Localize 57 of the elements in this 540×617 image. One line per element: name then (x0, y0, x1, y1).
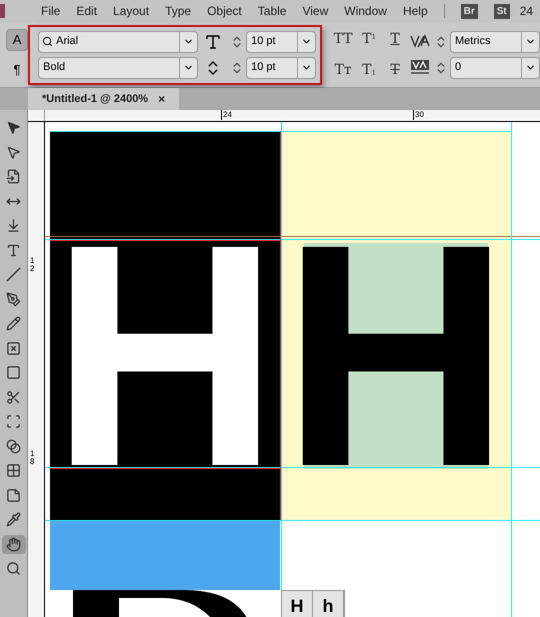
app-logo-icon (0, 4, 5, 18)
menu-item[interactable]: Edit (68, 2, 106, 20)
kerning-icon (410, 34, 430, 50)
menu-item[interactable]: Object (199, 2, 250, 20)
glyph-cell[interactable]: h (313, 591, 344, 617)
frame-icon (6, 340, 21, 356)
pen-icon (6, 292, 21, 306)
eyedropper-icon (6, 512, 21, 527)
ruler-label: 12 (30, 257, 36, 273)
hand-icon (6, 536, 21, 552)
font-family-field[interactable]: Arial (38, 30, 198, 52)
menu-item[interactable]: Help (394, 2, 436, 20)
ruler-label: 30 (413, 110, 424, 120)
menu-item[interactable]: View (294, 2, 336, 20)
app-badge[interactable]: Br (460, 4, 478, 18)
hollow-arrow-icon (6, 144, 21, 160)
ruler-label: 18 (30, 450, 36, 466)
menu-item[interactable]: Table (250, 2, 294, 20)
font-style-field[interactable]: Bold (38, 56, 198, 78)
scissors-icon (6, 390, 21, 404)
tool-button[interactable] (2, 534, 26, 554)
text-style-button[interactable]: T$_{1}$ (358, 60, 380, 80)
font-size-field[interactable]: 10 pt (246, 30, 316, 52)
text-style-button[interactable]: T (384, 60, 406, 80)
tracking-field[interactable]: 0 (450, 56, 540, 78)
document-tab[interactable]: *Untitled-1 @ 2400% × (28, 88, 180, 110)
menu-item[interactable]: Type (157, 2, 200, 20)
mode-button[interactable]: ¶ (6, 58, 28, 80)
text-style-button[interactable]: Tт (332, 60, 354, 80)
type-icon (6, 242, 21, 258)
leading-field[interactable]: 10 pt (246, 56, 316, 78)
pencil-icon (6, 316, 21, 331)
text-style-button[interactable]: T (384, 28, 406, 50)
text-style-button[interactable]: TT (332, 28, 354, 50)
app-badge[interactable]: St (494, 4, 510, 18)
menu-item[interactable]: Layout (105, 2, 158, 20)
page-icon (6, 169, 21, 184)
rectangle-icon (6, 365, 21, 380)
menu-item[interactable]: Window (336, 2, 395, 20)
tracking-icon (410, 60, 430, 76)
search-icon (42, 36, 54, 47)
close-button[interactable]: × (158, 90, 166, 108)
search-icon (6, 561, 21, 576)
kerning-field[interactable]: Metrics (450, 30, 540, 52)
line-icon (6, 267, 21, 282)
glyph-cell[interactable]: H (282, 591, 313, 617)
text-style-button[interactable]: T$^{1}$ (358, 28, 380, 50)
mode-button[interactable]: A (6, 28, 28, 50)
font-size-icon (204, 32, 222, 50)
ruler-label: 24 (221, 110, 232, 120)
glyph-text: H (73, 243, 257, 469)
note-icon (6, 488, 21, 502)
menu-item[interactable]: File (33, 2, 68, 20)
arrow-icon (6, 120, 21, 135)
grid-icon (6, 463, 21, 478)
menu-text: 24 (520, 3, 534, 20)
glyph-text: H (304, 243, 488, 469)
